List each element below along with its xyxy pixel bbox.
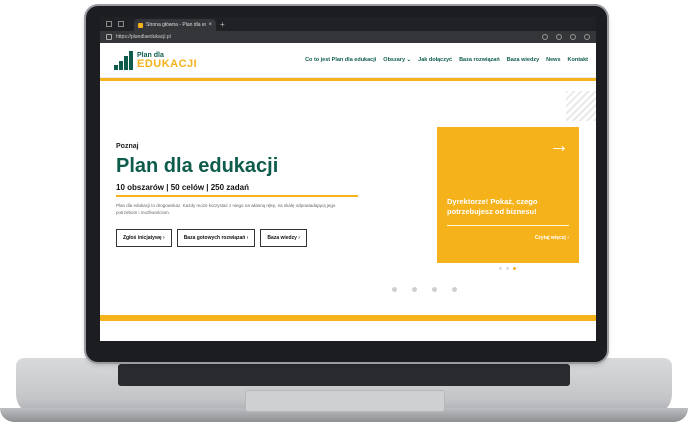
hero-subtitle: 10 obszarów | 50 celów | 250 zadań	[116, 183, 249, 192]
promo-card-divider	[447, 225, 569, 226]
hero-section: Poznaj Plan dla edukacji 10 obszarów | 5…	[100, 81, 596, 321]
slider-dot[interactable]	[412, 287, 417, 292]
translate-icon[interactable]	[542, 34, 548, 40]
browser-tab[interactable]: Strona główna - Plan dla eduk... ×	[134, 19, 216, 31]
new-tab-icon[interactable]: +	[220, 20, 225, 29]
tab-title: Strona główna - Plan dla eduk...	[146, 22, 206, 28]
slider-pagination	[392, 287, 457, 292]
nav-item-co-to-jest[interactable]: Co to jest Plan dla edukacji	[305, 57, 376, 63]
logo-bars-icon	[114, 50, 133, 70]
submit-initiative-button[interactable]: Zgłoś inicjatywę ›	[116, 229, 172, 247]
nav-item-baza-wiedzy[interactable]: Baza wiedzy	[507, 57, 539, 63]
hero-buttons: Zgłoś inicjatywę › Baza gotowych rozwiąz…	[116, 229, 307, 247]
solutions-base-button[interactable]: Baza gotowych rozwiązań ›	[176, 229, 256, 247]
favicon-icon	[138, 22, 143, 28]
read-more-link[interactable]: Czytaj więcej ›	[535, 235, 569, 241]
hero-eyebrow: Poznaj	[116, 143, 139, 150]
slider-dot[interactable]	[392, 287, 397, 292]
nav-item-kontakt[interactable]: Kontakt	[568, 57, 588, 63]
profile-icon[interactable]	[584, 34, 590, 40]
footer-accent-bar	[100, 315, 596, 321]
slider-dot[interactable]	[432, 287, 437, 292]
card-dot-active[interactable]	[513, 267, 516, 270]
browser-tab-bar: Strona główna - Plan dla eduk... × +	[100, 17, 596, 31]
nav-item-obszary[interactable]: Obszary ⌄	[383, 57, 411, 63]
window-control-icon[interactable]	[106, 21, 112, 27]
knowledge-base-button[interactable]: Baza wiedzy ›	[260, 229, 307, 247]
card-dot[interactable]	[506, 267, 509, 270]
promo-card[interactable]: → Dyrektorze! Pokaż, czego potrzebujesz …	[437, 127, 579, 263]
bookmark-star-icon[interactable]	[556, 34, 562, 40]
hero-description: Plan dla edukacji to drogowskaz. Każdy m…	[116, 203, 336, 215]
slider-dot[interactable]	[452, 287, 457, 292]
main-nav: Co to jest Plan dla edukacji Obszary ⌄ J…	[305, 57, 588, 63]
hero-underline	[116, 195, 358, 197]
card-pagination	[499, 267, 516, 270]
laptop-keyboard	[118, 364, 570, 386]
arrow-right-icon[interactable]: →	[549, 135, 569, 158]
laptop-trackpad	[245, 390, 445, 412]
nav-item-baza-rozwiazan[interactable]: Baza rozwiązań	[459, 57, 500, 63]
site-logo[interactable]: Plan dla EDUKACJI	[114, 50, 198, 70]
tab-close-icon[interactable]: ×	[208, 22, 212, 28]
address-bar[interactable]: https://plandlaedukacji.pl	[100, 31, 596, 43]
site-header: Plan dla EDUKACJI Co to jest Plan dla ed…	[100, 43, 596, 78]
nav-item-news[interactable]: News	[546, 57, 560, 63]
decorative-hatch	[566, 91, 596, 121]
card-dot[interactable]	[499, 267, 502, 270]
nav-item-jak-dolaczyc[interactable]: Jak dołączyć	[418, 57, 452, 63]
extensions-icon[interactable]	[570, 34, 576, 40]
tab-actions-icon[interactable]	[118, 21, 124, 27]
lock-icon	[106, 34, 112, 40]
hero-title: Plan dla edukacji	[116, 155, 279, 177]
browser-window: Strona główna - Plan dla eduk... × + htt…	[100, 17, 596, 341]
logo-line2: EDUKACJI	[137, 57, 198, 70]
promo-card-text: Dyrektorze! Pokaż, czego potrzebujesz od…	[447, 197, 538, 216]
url-text[interactable]: https://plandlaedukacji.pl	[116, 34, 534, 40]
